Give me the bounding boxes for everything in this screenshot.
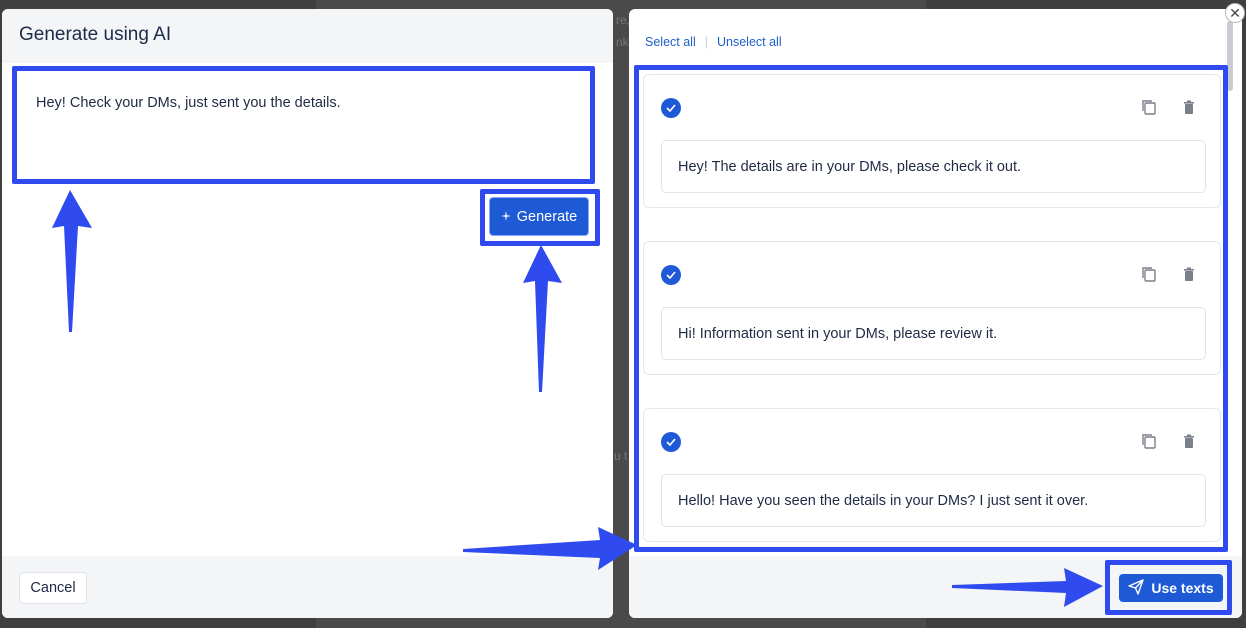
selection-links: Select all | Unselect all bbox=[645, 35, 782, 49]
dialog-footer: Use texts bbox=[629, 556, 1242, 618]
result-text-field[interactable]: Hey! The details are in your DMs, please… bbox=[661, 140, 1206, 193]
backdrop-text: re, bbox=[616, 13, 631, 27]
trash-icon[interactable] bbox=[1181, 433, 1197, 449]
results-list: Hey! The details are in your DMs, please… bbox=[634, 65, 1228, 552]
prompt-input[interactable]: Hey! Check your DMs, just sent you the d… bbox=[12, 66, 595, 184]
checkbox-checked-icon[interactable] bbox=[661, 432, 681, 452]
result-text-field[interactable]: Hello! Have you seen the details in your… bbox=[661, 474, 1206, 527]
trash-icon[interactable] bbox=[1181, 99, 1197, 115]
sparkle-icon bbox=[500, 209, 511, 225]
cancel-button[interactable]: Cancel bbox=[19, 572, 87, 604]
result-card: Hey! The details are in your DMs, please… bbox=[643, 74, 1221, 208]
result-card: Hi! Information sent in your DMs, please… bbox=[643, 241, 1221, 375]
result-card: Hello! Have you seen the details in your… bbox=[643, 408, 1221, 542]
dialog-footer: Cancel bbox=[2, 556, 613, 618]
copy-icon[interactable] bbox=[1141, 433, 1157, 449]
trash-icon[interactable] bbox=[1181, 266, 1197, 282]
generate-ai-dialog: Generate using AI Hey! Check your DMs, j… bbox=[2, 9, 613, 618]
prompt-text: Hey! Check your DMs, just sent you the d… bbox=[36, 95, 341, 111]
unselect-all-link[interactable]: Unselect all bbox=[717, 35, 782, 49]
backdrop-text: nk bbox=[616, 35, 629, 49]
generate-label: Generate bbox=[516, 208, 578, 225]
generate-button[interactable]: Generate bbox=[489, 197, 589, 236]
select-all-link[interactable]: Select all bbox=[645, 35, 696, 49]
use-texts-label: Use texts bbox=[1151, 580, 1214, 596]
use-texts-button[interactable]: Use texts bbox=[1119, 574, 1223, 602]
generate-highlight: Generate bbox=[480, 189, 600, 246]
dialog-header: Generate using AI bbox=[2, 9, 613, 63]
copy-icon[interactable] bbox=[1141, 99, 1157, 115]
dialog-title: Generate using AI bbox=[19, 24, 172, 45]
result-text-field[interactable]: Hi! Information sent in your DMs, please… bbox=[661, 307, 1206, 360]
checkbox-checked-icon[interactable] bbox=[661, 98, 681, 118]
copy-icon[interactable] bbox=[1141, 266, 1157, 282]
use-texts-highlight: Use texts bbox=[1105, 560, 1232, 615]
backdrop-text: u t bbox=[614, 449, 628, 463]
close-icon[interactable]: ✕ bbox=[1225, 3, 1245, 23]
link-separator: | bbox=[704, 35, 708, 49]
checkbox-checked-icon[interactable] bbox=[661, 265, 681, 285]
results-dialog: Select all | Unselect all Hey! The detai… bbox=[629, 9, 1242, 618]
send-icon bbox=[1128, 578, 1145, 598]
